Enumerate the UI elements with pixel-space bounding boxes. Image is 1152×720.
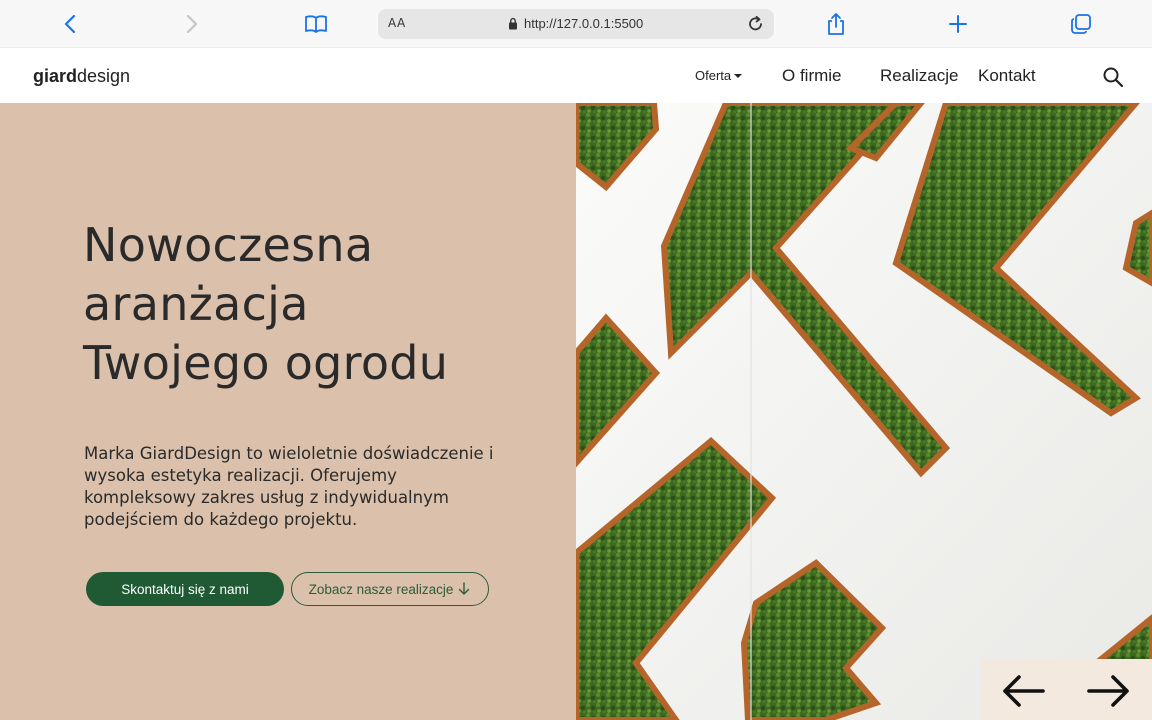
slider-controls [981,659,1152,720]
chevron-left-icon [64,14,76,34]
share-icon [828,13,844,35]
reader-aa-button[interactable]: AA [388,16,406,30]
nav-oferta-dropdown[interactable]: Oferta [695,68,743,83]
tabs-overview-button[interactable] [1069,12,1093,36]
hedge-maze-image [576,103,1152,720]
search-button[interactable] [1102,66,1124,92]
hero-text-panel: Nowoczesna aranżacja Twojego ogrodu Mark… [0,103,576,720]
nav-kontakt[interactable]: Kontakt [978,66,1036,86]
see-projects-button[interactable]: Zobacz nasze realizacje [291,572,489,606]
arrow-left-icon [1003,675,1045,707]
chevron-right-icon [186,14,198,34]
slider-prev-button[interactable] [999,671,1047,711]
hero-title-line: Nowoczesna [83,218,374,272]
slider-next-button[interactable] [1085,671,1133,711]
tabs-icon [1071,14,1091,34]
site-logo[interactable]: giarddesign [33,66,130,87]
address-bar[interactable]: AA http://127.0.0.1:5500 [378,9,774,39]
nav-o-firmie[interactable]: O firmie [782,66,842,86]
hero-description: Marka GiardDesign to wieloletnie doświad… [84,444,494,529]
contact-button[interactable]: Skontaktuj się z nami [86,572,284,606]
logo-bold-text: giard [33,66,78,86]
browser-toolbar: AA http://127.0.0.1:5500 [0,0,1152,48]
caret-down-icon [734,73,743,78]
plus-icon [949,15,967,33]
bookmarks-button[interactable] [304,12,328,36]
book-icon [305,15,327,33]
logo-light-text: design [77,66,131,86]
reload-icon[interactable] [746,14,766,34]
hero-title-line: aranżacja [83,277,309,331]
search-icon [1103,67,1124,88]
nav-realizacje[interactable]: Realizacje [880,66,958,86]
forward-button[interactable] [180,12,204,36]
lock-icon [509,17,517,30]
hero-garden-image [576,103,1152,720]
arrow-right-icon [1087,675,1129,707]
back-button[interactable] [58,12,82,36]
see-projects-label: Zobacz nasze realizacje [308,581,454,597]
site-header: giarddesign Oferta O firmie Realizacje K… [0,48,1152,103]
arrow-down-icon [459,582,470,595]
hero-title: Nowoczesna aranżacja Twojego ogrodu [83,216,543,393]
nav-oferta-label: Oferta [695,68,732,83]
hero-title-line: Twojego ogrodu [83,336,449,390]
share-button[interactable] [824,12,848,36]
new-tab-button[interactable] [946,12,970,36]
url-text[interactable]: http://127.0.0.1:5500 [524,16,643,31]
